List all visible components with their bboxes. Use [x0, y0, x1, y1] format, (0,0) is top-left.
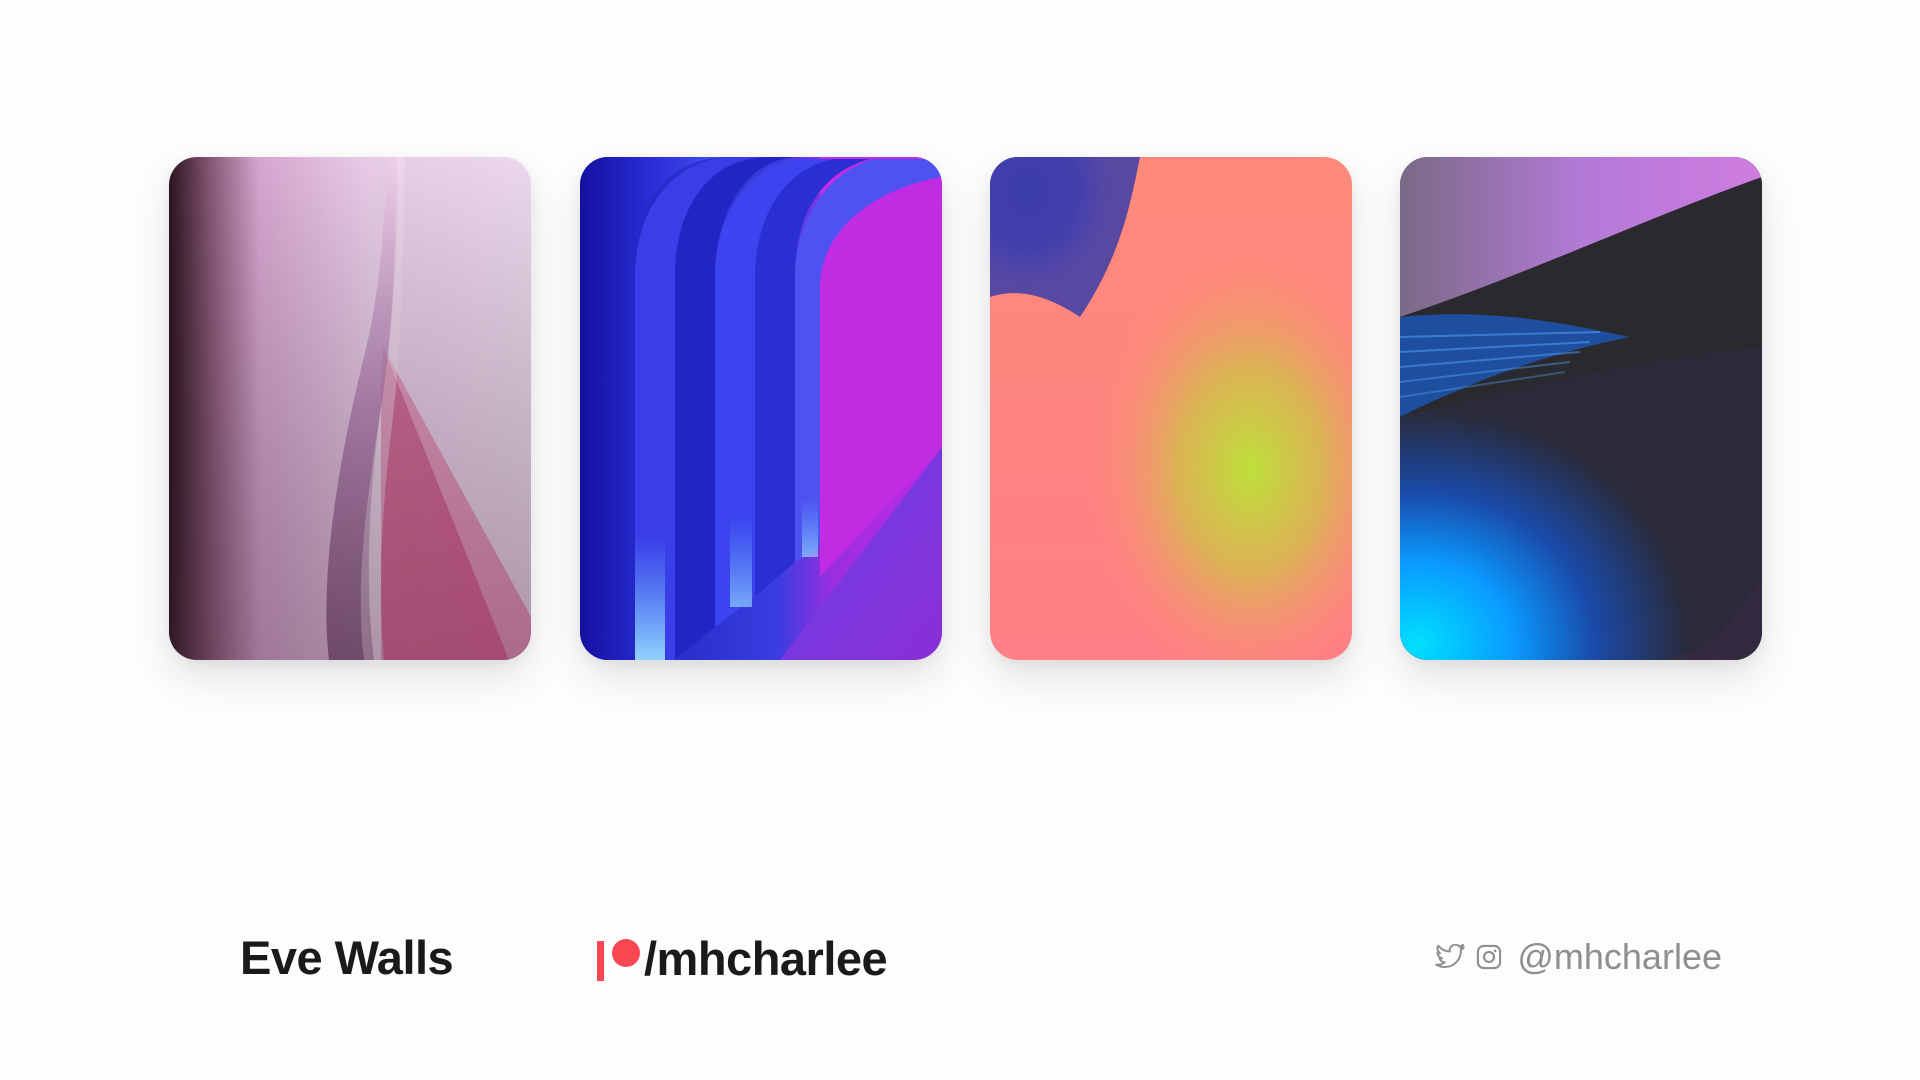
collection-title: Eve Walls: [240, 931, 454, 984]
blue-purple-arches-image: [580, 157, 942, 660]
wallpaper-showcase: Eve Walls /mhcharlee @mhcharlee: [0, 0, 1920, 1080]
gradient-mesh-image: [990, 157, 1352, 660]
social-links: @mhcharlee: [1435, 936, 1722, 978]
patreon-icon: [596, 935, 642, 981]
dark-blue-wave-image: [1400, 157, 1762, 660]
wallpaper-preview-1[interactable]: [169, 157, 531, 660]
wallpaper-preview-3[interactable]: [990, 157, 1352, 660]
pink-abstract-image: [169, 157, 531, 660]
patreon-handle: /mhcharlee: [644, 931, 888, 985]
twitter-icon[interactable]: [1435, 944, 1466, 970]
wallpaper-preview-4[interactable]: [1400, 157, 1762, 660]
social-handle[interactable]: @mhcharlee: [1517, 936, 1722, 978]
instagram-icon[interactable]: [1475, 943, 1503, 971]
patreon-link[interactable]: /mhcharlee: [596, 930, 888, 986]
wallpaper-preview-2[interactable]: [580, 157, 942, 660]
